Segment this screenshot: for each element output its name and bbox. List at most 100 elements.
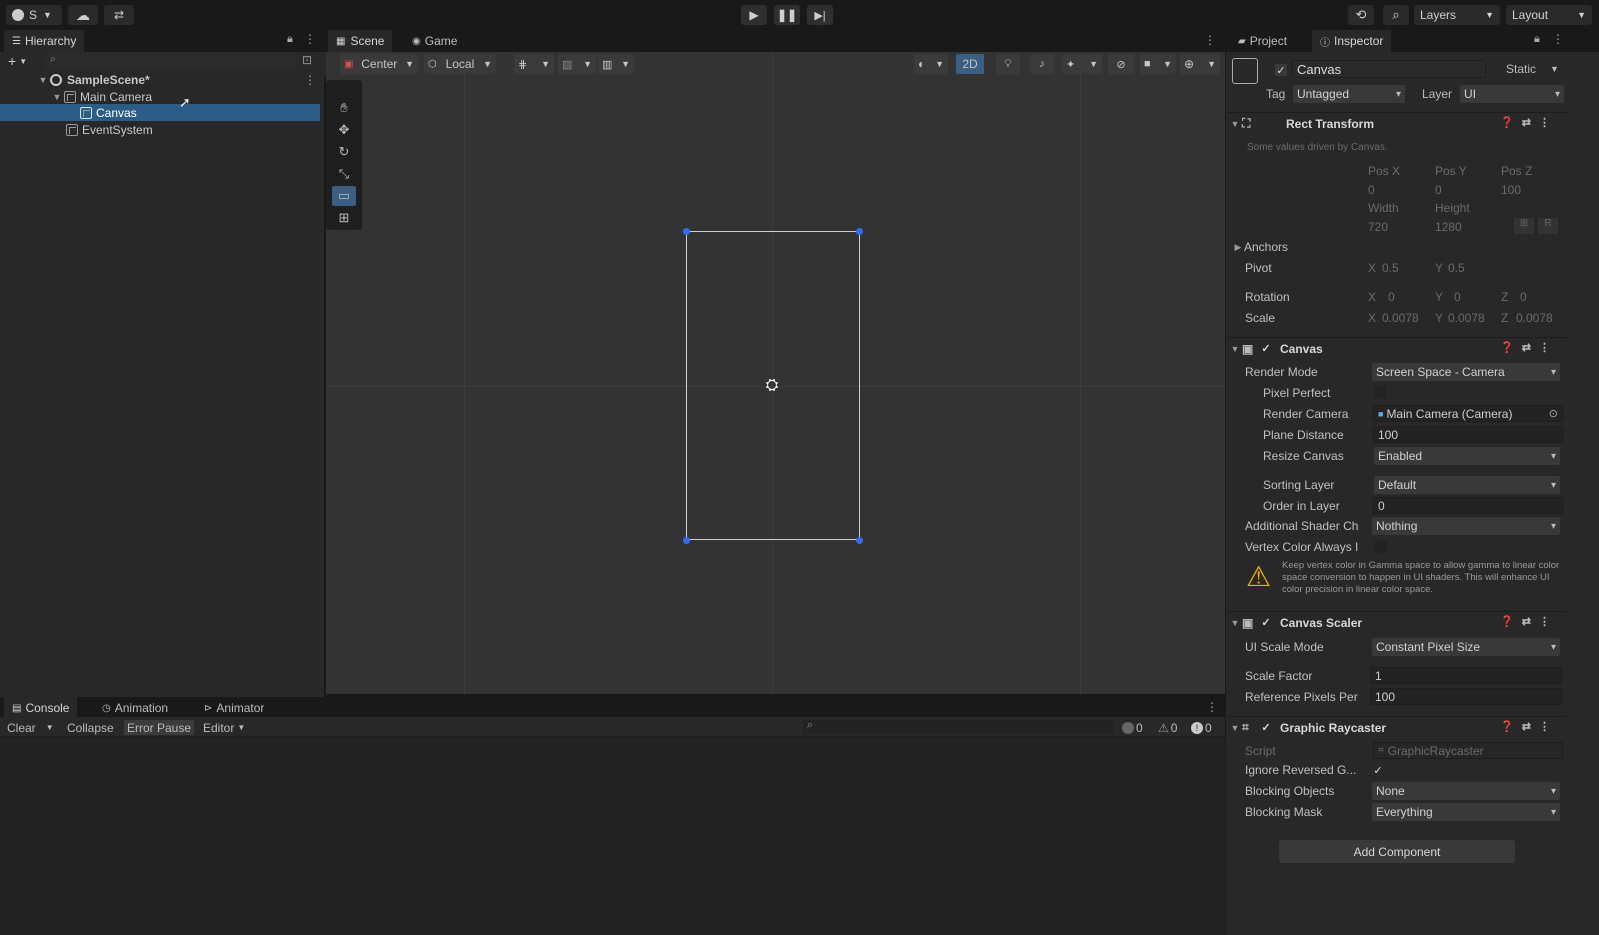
search-button[interactable]: ⌕ — [1383, 5, 1409, 25]
play-button[interactable]: ▶ — [741, 5, 767, 25]
scene-visibility-icon[interactable]: ⊡ — [302, 53, 312, 67]
mode-2d-toggle[interactable]: 2D — [956, 54, 984, 74]
rect-transform-header[interactable]: ▼ ⛶ Rect Transform ❓⇄⋮ — [1228, 112, 1566, 134]
hierarchy-item-canvas[interactable]: Canvas — [0, 104, 320, 121]
clear-button[interactable]: Clear ▼ — [7, 720, 54, 735]
object-picker-icon[interactable]: ⊙ — [1549, 407, 1558, 420]
increment-snap-button[interactable]: ▨ ▼ — [558, 54, 596, 74]
blocking-mask-dropdown[interactable]: Everything — [1372, 803, 1560, 821]
draw-mode-dropdown[interactable]: ◐ ▼ — [914, 54, 948, 74]
fold-arrow-icon[interactable]: ▼ — [1228, 723, 1242, 733]
sorting-layer-dropdown[interactable]: Default — [1374, 476, 1560, 494]
layer-dropdown[interactable]: UI — [1460, 85, 1564, 103]
error-count-toggle[interactable]: ! 0 — [1191, 720, 1212, 735]
canvas-component-header[interactable]: ▼ ▣ ✓ Canvas ❓⇄⋮ — [1228, 337, 1566, 359]
rect-handle[interactable] — [856, 537, 863, 544]
enabled-checkbox[interactable]: ✓ — [1260, 343, 1272, 355]
warning-count-toggle[interactable]: ⚠ 0 — [1158, 720, 1177, 735]
object-name-input[interactable]: Canvas — [1292, 60, 1486, 78]
kebab-menu-icon[interactable]: ⋮ — [1204, 33, 1216, 47]
kebab-menu-icon[interactable]: ⋮ — [304, 73, 316, 87]
fold-arrow-icon[interactable]: ▼ — [50, 92, 64, 102]
add-component-button[interactable]: Add Component — [1279, 840, 1515, 863]
fold-arrow-icon[interactable]: ▶ — [1232, 242, 1244, 253]
rect-handle[interactable] — [683, 537, 690, 544]
component-menu-icons[interactable]: ❓⇄⋮ — [1500, 615, 1558, 628]
kebab-menu-icon[interactable]: ⋮ — [1552, 32, 1564, 46]
gizmos-dropdown[interactable]: ⊕ ▼ — [1180, 54, 1220, 74]
lock-icon[interactable]: 🔒︎ — [1534, 33, 1540, 46]
rect-tool-icon[interactable]: ▭ — [332, 186, 356, 206]
anchors-foldout[interactable]: ▶ Anchors — [1232, 240, 1289, 254]
static-toggle[interactable]: Static ▼ — [1506, 61, 1566, 77]
tab-inspector[interactable]: ⓘ Inspector — [1312, 30, 1392, 52]
tab-game[interactable]: ◉ Game — [404, 30, 465, 52]
vertex-color-checkbox[interactable] — [1374, 540, 1387, 553]
pause-button[interactable]: ❚❚ — [774, 5, 800, 25]
space-local-dropdown[interactable]: ⬡ Local ▼ — [424, 54, 496, 74]
step-button[interactable]: ▶| — [807, 5, 833, 25]
component-menu-icons[interactable]: ❓⇄⋮ — [1500, 341, 1558, 354]
active-checkbox[interactable]: ✓ — [1275, 64, 1287, 77]
reference-ppu-field[interactable]: 100 — [1370, 688, 1562, 705]
enabled-checkbox[interactable]: ✓ — [1260, 617, 1272, 629]
graphic-raycaster-header[interactable]: ▼ ⌗ ✓ Graphic Raycaster ❓⇄⋮ — [1228, 716, 1566, 738]
scale-factor-field[interactable]: 1 — [1370, 667, 1562, 684]
tag-dropdown[interactable]: Untagged — [1293, 85, 1405, 103]
tab-project[interactable]: ▰ Project — [1230, 30, 1295, 52]
collab-button[interactable]: ⇄ — [104, 5, 134, 25]
plane-distance-field[interactable]: 100 — [1373, 426, 1563, 443]
hierarchy-item-samplescene[interactable]: ▼ SampleScene* ⋮ — [0, 71, 320, 88]
transform-tool-icon[interactable]: ⊞ — [332, 208, 356, 228]
order-in-layer-field[interactable]: 0 — [1373, 497, 1563, 514]
enabled-checkbox[interactable]: ✓ — [1260, 722, 1272, 734]
log-count-toggle[interactable]: 0 — [1122, 720, 1143, 735]
rect-handle[interactable] — [856, 228, 863, 235]
additional-shader-dropdown[interactable]: Nothing — [1372, 517, 1560, 535]
scale-tool-icon[interactable]: ⤡ — [332, 164, 356, 184]
fold-arrow-icon[interactable]: ▼ — [1228, 618, 1242, 628]
tab-animator[interactable]: ⊳ Animator — [196, 697, 272, 719]
rect-handle[interactable] — [683, 228, 690, 235]
grid-snap-button[interactable]: ⋕ ▼ — [514, 54, 554, 74]
align-button[interactable]: ▥ ▼ — [598, 54, 634, 74]
tab-hierarchy[interactable]: ☰ Hierarchy — [4, 30, 85, 52]
error-pause-toggle[interactable]: Error Pause — [124, 720, 195, 735]
scene-viewport[interactable]: ⛭ ✋︎ ✥ ↻ ⤡ ▭ ⊞ — [326, 52, 1225, 694]
collapse-toggle[interactable]: Collapse — [64, 720, 117, 735]
tab-scene[interactable]: ▦ Scene — [328, 30, 393, 52]
canvas-scaler-header[interactable]: ▼ ▣ ✓ Canvas Scaler ❓⇄⋮ — [1228, 611, 1566, 633]
lock-icon[interactable]: 🔒︎ — [287, 33, 293, 46]
render-mode-dropdown[interactable]: Screen Space - Camera — [1372, 363, 1560, 381]
account-dropdown[interactable]: S ▼ — [6, 5, 62, 25]
blocking-objects-dropdown[interactable]: None — [1372, 782, 1560, 800]
cloud-button[interactable]: ☁ — [68, 5, 98, 25]
ignore-reversed-checkbox[interactable]: ✓ — [1372, 764, 1384, 777]
render-camera-field[interactable]: ■ Main Camera (Camera) ⊙ — [1373, 405, 1563, 422]
hierarchy-item-main-camera[interactable]: ▼ Main Camera — [0, 88, 320, 105]
pixel-perfect-checkbox[interactable] — [1374, 386, 1387, 399]
create-button[interactable]: + ▼ — [8, 53, 36, 69]
fold-arrow-icon[interactable]: ▼ — [36, 75, 50, 85]
rotate-tool-icon[interactable]: ↻ — [332, 142, 356, 162]
component-menu-icons[interactable]: ❓⇄⋮ — [1500, 720, 1558, 733]
history-button[interactable]: ⟲ — [1348, 5, 1374, 25]
fold-arrow-icon[interactable]: ▼ — [1228, 344, 1242, 354]
camera-settings-dropdown[interactable]: ■ ▼ — [1140, 54, 1176, 74]
hidden-objects-toggle[interactable]: ⊘ — [1108, 54, 1134, 74]
layout-dropdown[interactable]: Layout ▼ — [1506, 5, 1592, 25]
tab-animation[interactable]: ◷ Animation — [94, 697, 176, 719]
camera-gizmo-icon[interactable]: ⛭ — [759, 377, 785, 395]
editor-dropdown[interactable]: Editor ▼ — [200, 720, 248, 735]
pivot-center-dropdown[interactable]: ▣ Center ▼ — [340, 54, 418, 74]
component-menu-icons[interactable]: ❓⇄⋮ — [1500, 116, 1558, 129]
kebab-menu-icon[interactable]: ⋮ — [1206, 700, 1218, 714]
hand-tool-icon[interactable]: ✋︎ — [332, 98, 356, 118]
hierarchy-search-input[interactable]: ⌕ — [44, 53, 296, 69]
move-tool-icon[interactable]: ✥ — [332, 120, 356, 140]
tab-console[interactable]: ▤ Console — [4, 697, 78, 719]
lighting-toggle[interactable]: 💡︎ — [996, 54, 1020, 74]
effects-dropdown[interactable]: ✦ ▼ — [1062, 54, 1102, 74]
ui-scale-mode-dropdown[interactable]: Constant Pixel Size — [1372, 638, 1560, 656]
hierarchy-item-eventsystem[interactable]: EventSystem — [0, 121, 320, 138]
